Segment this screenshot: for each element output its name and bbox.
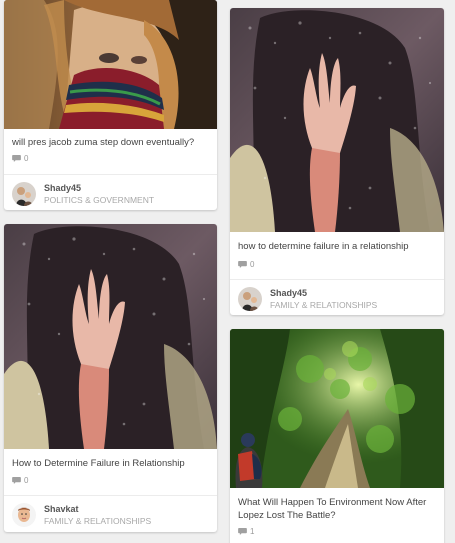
author-block[interactable]: Shady45 FAMILY & RELATIONSHIPS — [230, 280, 444, 315]
post-card[interactable]: how to determine failure in a relationsh… — [230, 8, 444, 315]
author-name[interactable]: Shavkat — [44, 504, 151, 515]
post-card[interactable]: What Will Happen To Environment Now Afte… — [230, 329, 444, 543]
comment-icon — [12, 476, 21, 484]
comment-icon — [238, 260, 247, 268]
comment-count-value: 0 — [24, 153, 29, 163]
post-category[interactable]: FAMILY & RELATIONSHIPS — [270, 299, 377, 311]
post-title[interactable]: How to Determine Failure in Relationship — [4, 457, 217, 470]
hand-on-rainy-window-photo[interactable] — [230, 8, 444, 232]
author-name[interactable]: Shady45 — [270, 288, 377, 299]
comment-icon — [12, 154, 21, 162]
man-with-child-avatar[interactable] — [12, 182, 36, 206]
man-with-child-avatar[interactable] — [238, 287, 262, 311]
post-category[interactable]: FAMILY & RELATIONSHIPS — [44, 515, 151, 527]
woman-scarf-photo[interactable] — [4, 0, 217, 129]
comment-count[interactable]: 0 — [4, 474, 217, 486]
comment-count[interactable]: 1 — [230, 525, 444, 537]
comment-icon — [238, 527, 247, 535]
forest-hiker-photo[interactable] — [230, 329, 444, 488]
comment-count-value: 1 — [250, 526, 255, 536]
post-title[interactable]: will pres jacob zuma step down eventuall… — [4, 136, 217, 149]
author-name[interactable]: Shady45 — [44, 183, 154, 194]
comment-count[interactable]: 0 — [230, 258, 444, 270]
post-title[interactable]: What Will Happen To Environment Now Afte… — [230, 496, 444, 522]
comment-count[interactable]: 0 — [4, 152, 217, 164]
comment-count-value: 0 — [250, 259, 255, 269]
author-block[interactable]: Shavkat FAMILY & RELATIONSHIPS — [4, 496, 217, 532]
comment-count-value: 0 — [24, 475, 29, 485]
hand-on-rainy-window-photo[interactable] — [4, 224, 217, 449]
post-card[interactable]: How to Determine Failure in Relationship… — [4, 224, 217, 532]
post-card[interactable]: will pres jacob zuma step down eventuall… — [4, 0, 217, 210]
man-face-avatar[interactable] — [12, 503, 36, 527]
post-category[interactable]: POLITICS & GOVERNMENT — [44, 194, 154, 206]
author-block[interactable]: Shady45 POLITICS & GOVERNMENT — [4, 175, 217, 210]
post-title[interactable]: how to determine failure in a relationsh… — [230, 240, 444, 253]
